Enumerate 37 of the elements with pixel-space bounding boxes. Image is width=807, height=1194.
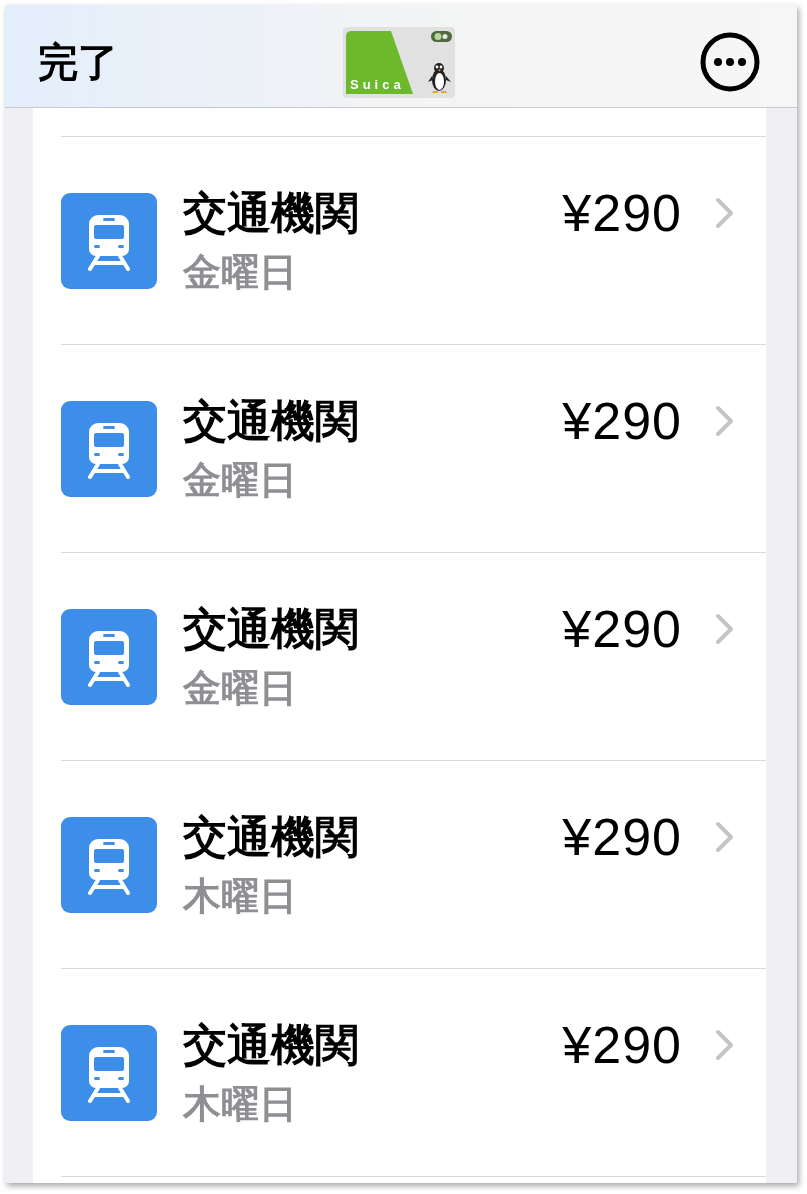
transaction-row[interactable]: 交通機関 金曜日 ¥290: [61, 136, 766, 344]
transaction-title: 交通機関: [183, 1020, 360, 1070]
transaction-amount: ¥290: [562, 1017, 682, 1073]
train-icon: [61, 193, 157, 289]
train-icon: [61, 1025, 157, 1121]
transaction-row[interactable]: 交通機関 金曜日 ¥290: [61, 552, 766, 760]
transaction-day: 金曜日: [183, 666, 483, 710]
transaction-day: 木曜日: [183, 1082, 483, 1126]
chevron-right-icon: [715, 405, 735, 437]
card-emblem-icon: [431, 30, 452, 42]
transaction-amount: ¥290: [562, 809, 682, 865]
transaction-row[interactable]: 交通機関 金曜日 ¥290: [61, 344, 766, 552]
more-icon: [700, 32, 760, 92]
transaction-day: 金曜日: [183, 250, 483, 294]
penguin-icon: [427, 61, 452, 94]
chevron-right-icon: [715, 1029, 735, 1061]
train-icon: [61, 609, 157, 705]
transaction-row[interactable]: 交通機関 木曜日 ¥290: [61, 760, 766, 968]
transaction-day: 木曜日: [183, 874, 483, 918]
more-button[interactable]: [700, 32, 760, 92]
transaction-amount: ¥290: [562, 185, 682, 241]
transaction-row[interactable]: 交通機関 木曜日 ¥290: [61, 968, 766, 1176]
transaction-title: 交通機関: [183, 604, 360, 654]
train-icon: [61, 817, 157, 913]
card-stripe-drawing: [346, 30, 413, 94]
transaction-title: 交通機関: [183, 188, 360, 238]
transaction-title: 交通機関: [183, 812, 360, 862]
transaction-amount: ¥290: [562, 601, 682, 657]
train-icon: [61, 401, 157, 497]
transaction-amount: ¥290: [562, 393, 682, 449]
card-logo-text: Suica: [350, 75, 405, 94]
chevron-right-icon: [715, 197, 735, 229]
chevron-right-icon: [715, 821, 735, 853]
chevron-right-icon: [715, 613, 735, 645]
done-button[interactable]: 完了: [38, 39, 118, 85]
transaction-title: 交通機関: [183, 396, 360, 446]
transaction-day: 金曜日: [183, 458, 483, 502]
